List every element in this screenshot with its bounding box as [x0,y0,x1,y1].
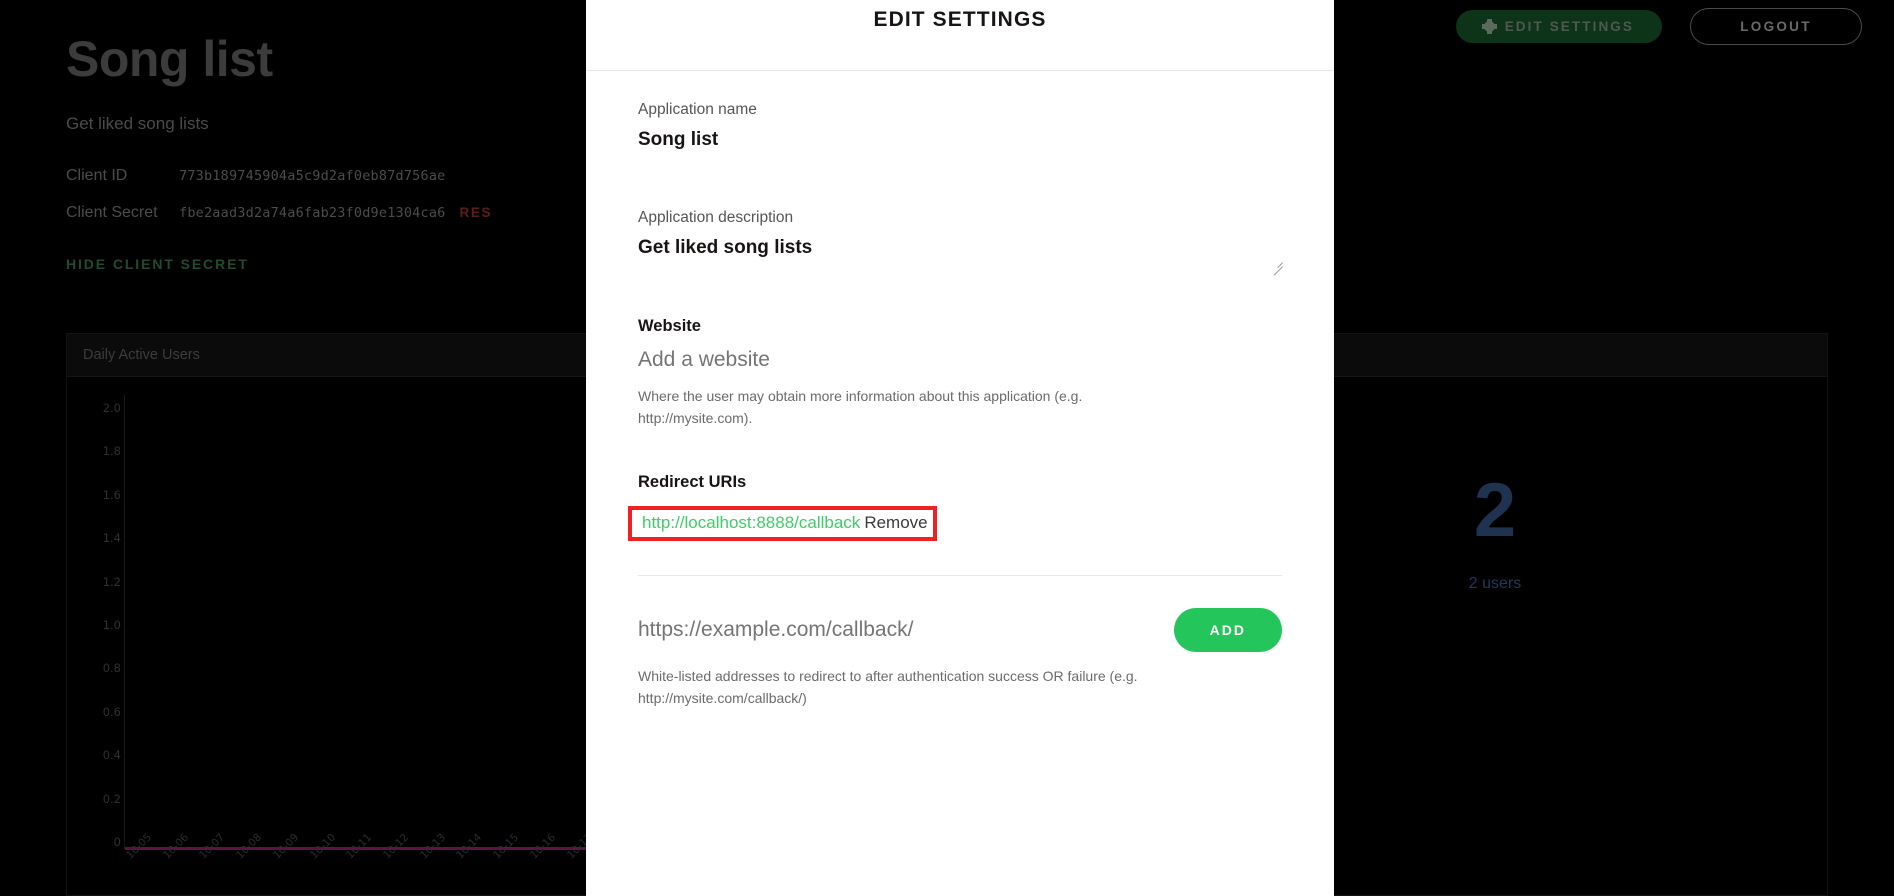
chart-y-tick: 0.8 [102,661,121,676]
logout-label: LOGOUT [1740,18,1812,34]
client-id-value: 773b189745904a5c9d2af0eb87d756ae [179,168,446,184]
gear-icon [1481,18,1497,34]
chart-y-tick: 1.6 [102,487,121,502]
redirect-uris-heading: Redirect URIs [638,473,747,492]
reset-secret-button[interactable]: RES [460,205,493,220]
client-secret-value: fbe2aad3d2a74a6fab23f0d9e1304ca6 [179,205,446,221]
application-description-field: Application description [638,209,1283,276]
application-name-input[interactable] [638,129,1282,151]
application-name-field: Application name [638,101,1282,151]
chart-y-tick: 1.8 [102,444,121,459]
redirect-uri-link[interactable]: http://localhost:8888/callback [642,513,860,532]
chart-y-axis-line [124,395,125,849]
website-heading: Website [638,317,701,335]
application-description-label: Application description [638,209,794,226]
app-root: EDIT SETTINGS LOGOUT Song list Get liked… [0,0,1894,896]
client-id-row: Client ID 773b189745904a5c9d2af0eb87d756… [66,167,446,185]
edit-settings-modal: EDIT SETTINGS Application name Applicati… [586,0,1334,896]
divider [638,575,1282,577]
client-id-label: Client ID [66,167,128,184]
website-input[interactable] [638,348,1282,372]
website-section: Website Where the user may obtain more i… [638,317,1282,429]
application-description-input[interactable] [638,237,1282,259]
application-name-label: Application name [638,101,757,118]
modal-body: Application name Application description… [586,71,1334,710]
page-description: Get liked song lists [66,114,209,133]
client-secret-row: Client Secret fbe2aad3d2a74a6fab23f0d9e1… [66,204,492,222]
client-secret-label: Client Secret [66,204,158,221]
add-redirect-uri-row: ADD [638,608,1282,653]
modal-title: EDIT SETTINGS [873,8,1047,31]
redirect-uri-remove-button[interactable]: Remove [864,513,927,532]
chart-y-tick: 0.2 [102,791,121,806]
website-helper-text: Where the user may obtain more informati… [638,388,1083,426]
logout-button[interactable]: LOGOUT [1690,7,1862,45]
page-title: Song list [66,31,273,87]
redirect-uris-helper-text: White-listed addresses to redirect to af… [638,668,1138,707]
edit-settings-button[interactable]: EDIT SETTINGS [1455,9,1662,43]
chart-y-tick: 0 [113,834,121,849]
hide-client-secret-button[interactable]: HIDE CLIENT SECRET [66,256,249,272]
chart-y-tick: 1.0 [102,617,121,632]
redirect-uri-highlight-box: http://localhost:8888/callback Remove [628,506,937,542]
chart-y-axis: 2.0 1.8 1.6 1.4 1.2 1.0 0.8 0.6 0.4 0.2 0 [81,401,121,849]
chart-y-tick: 1.2 [102,574,121,589]
redirect-uris-section: Redirect URIs http://localhost:8888/call… [628,473,1282,709]
new-redirect-uri-input[interactable] [638,618,1154,643]
chart-y-tick: 1.4 [102,531,121,546]
chart-y-tick: 0.6 [102,704,121,719]
modal-header: EDIT SETTINGS [586,0,1334,71]
add-redirect-uri-button[interactable]: ADD [1173,608,1282,653]
chart-y-tick: 2.0 [102,401,121,415]
chart-y-tick: 0.4 [102,748,121,763]
edit-settings-label: EDIT SETTINGS [1504,18,1634,34]
